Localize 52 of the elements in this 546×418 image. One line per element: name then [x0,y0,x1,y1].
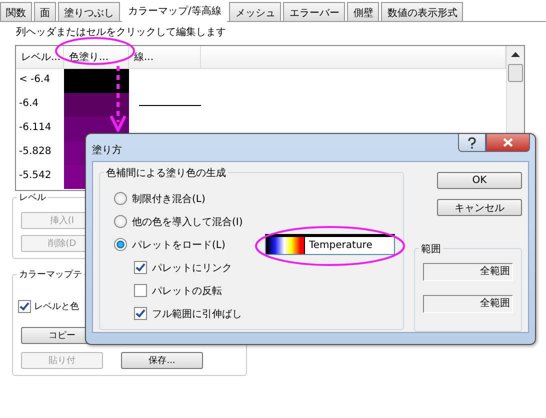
tab[interactable]: メッシュ [229,2,282,21]
gradient-swatch-icon [266,237,305,254]
close-icon [503,138,513,147]
hint-text: 列ヘッダまたはセルをクリックして編集します [15,26,227,40]
radio-button[interactable] [114,192,127,205]
column-header[interactable]: 線... [129,46,201,68]
palette-dropdown[interactable]: Temperature [265,234,395,255]
checkbox[interactable] [134,261,147,274]
group-title: 範囲 [419,242,443,256]
level-cell-text: < -6.4 [18,73,52,87]
range-field: 全範囲 [423,263,513,282]
question-mark-icon [467,136,477,148]
dotted-arrow [110,66,126,132]
level-cell-text: -5.828 [18,145,52,159]
tab[interactable]: 側壁 [347,2,380,21]
scroll-up-icon[interactable] [511,52,520,58]
checkbox-label: フル範囲に引伸ばし [152,308,242,320]
help-button[interactable] [458,134,486,152]
radio-button[interactable] [114,238,127,251]
tab[interactable]: 面 [34,2,56,21]
checkbox[interactable] [18,300,31,313]
line-sample[interactable] [139,104,201,106]
tab[interactable]: 関数 [0,2,32,21]
close-button[interactable] [486,134,530,152]
dialog-button[interactable]: OK [437,172,522,190]
radio-label: 他の色を導入して混合(I) [132,216,243,228]
tab[interactable]: エラーバー [283,2,346,21]
level-cell-text: -6.4 [18,97,40,111]
column-header[interactable]: 色塗り... [64,46,129,68]
radio-button[interactable] [114,215,127,228]
checkbox-label: レベルと色 [34,300,79,313]
scroll-thumb[interactable] [508,64,523,82]
dialog-button[interactable]: キャンセル [437,199,522,216]
level-cell-text: -6.114 [18,121,52,135]
dialog-title: 塗り方 [91,144,122,157]
checkbox-label: パレットの反転 [152,284,222,298]
group-title: レベル [17,191,48,204]
checkbox[interactable] [134,284,147,297]
group-title: カラーマップテ [17,268,84,281]
checkbox-label: パレットにリンク [152,262,232,274]
radio-label: パレットをロード(L) [132,238,226,252]
column-header[interactable]: レベル... [16,46,64,68]
fill-color-cell[interactable] [64,69,129,93]
radio-label: 制限付き混合(L) [132,192,206,206]
tab[interactable]: 数値の表示形式 [381,2,464,21]
tab[interactable]: 塗りつぶし [58,2,120,21]
colormap-button[interactable]: 保存... [121,352,203,369]
checkbox[interactable] [134,307,147,320]
fill-color-cell[interactable] [64,93,129,117]
group-title: 色補間による塗り色の生成 [104,166,228,180]
level-cell-text: -5.542 [18,169,52,183]
range-field: 全範囲 [423,295,513,314]
